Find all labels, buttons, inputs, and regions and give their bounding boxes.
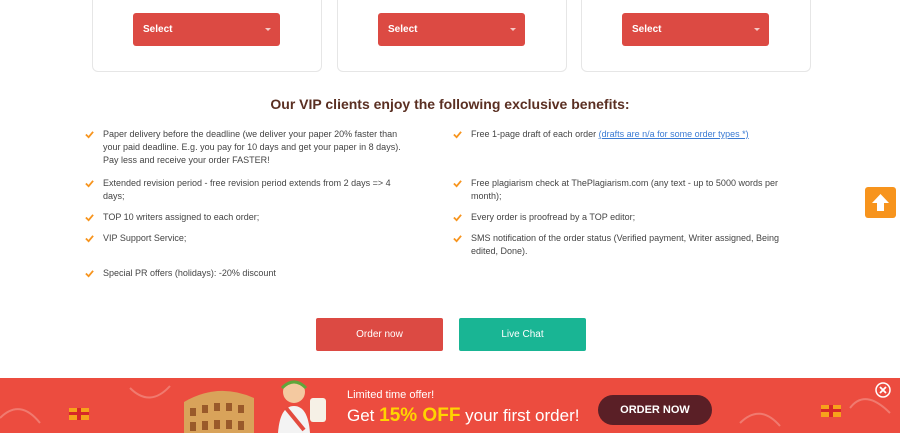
benefit-item: VIP Support Service; <box>85 232 413 245</box>
close-icon[interactable] <box>875 382 891 398</box>
select-label: Select <box>143 24 173 35</box>
option-card-2: Select <box>337 0 567 72</box>
roman-character-illustration <box>278 380 326 433</box>
check-icon <box>453 180 462 188</box>
caret-down-icon <box>754 28 760 31</box>
benefit-item: Free 1-page draft of each order (drafts … <box>453 128 791 141</box>
drafts-note-link[interactable]: (drafts are n/a for some order types *) <box>599 129 749 139</box>
vip-benefits-heading: Our VIP clients enjoy the following excl… <box>270 96 630 112</box>
select-label: Select <box>388 24 418 35</box>
gift-icon <box>821 405 841 417</box>
benefit-item: Paper delivery before the deadline (we d… <box>85 128 413 167</box>
check-icon <box>453 131 462 139</box>
benefit-item: Extended revision period - free revision… <box>85 177 413 203</box>
check-icon <box>453 214 462 222</box>
live-chat-button[interactable]: Live Chat <box>459 318 586 351</box>
select-dropdown-2[interactable]: Select <box>378 13 525 46</box>
scroll-top-button[interactable] <box>865 187 896 218</box>
select-dropdown-1[interactable]: Select <box>133 13 280 46</box>
caret-down-icon <box>510 28 516 31</box>
option-card-1: Select <box>92 0 322 72</box>
discount-amount: 15% OFF <box>379 405 461 426</box>
check-icon <box>85 180 94 188</box>
banner-order-now-button[interactable]: ORDER NOW <box>598 395 712 425</box>
select-dropdown-3[interactable]: Select <box>622 13 769 46</box>
benefit-item: Free plagiarism check at ThePlagiarism.c… <box>453 177 791 203</box>
gift-icon <box>69 408 89 420</box>
benefit-item: Special PR offers (holidays): -20% disco… <box>85 267 413 280</box>
promo-banner: Limited time offer! Get 15% OFF your fir… <box>0 378 900 433</box>
check-icon <box>85 131 94 139</box>
check-icon <box>85 235 94 243</box>
benefit-item: TOP 10 writers assigned to each order; <box>85 211 413 224</box>
check-icon <box>85 270 94 278</box>
caret-down-icon <box>265 28 271 31</box>
discount-headline: Get 15% OFF your first order! <box>347 405 580 426</box>
option-card-3: Select <box>581 0 811 72</box>
benefit-item: Every order is proofread by a TOP editor… <box>453 211 791 224</box>
select-label: Select <box>632 24 662 35</box>
benefit-item: SMS notification of the order status (Ve… <box>453 232 791 258</box>
colosseum-illustration <box>184 390 254 433</box>
check-icon <box>453 235 462 243</box>
limited-offer-text: Limited time offer! <box>347 389 435 401</box>
order-now-button[interactable]: Order now <box>316 318 443 351</box>
arrow-up-icon <box>872 194 889 211</box>
check-icon <box>85 214 94 222</box>
